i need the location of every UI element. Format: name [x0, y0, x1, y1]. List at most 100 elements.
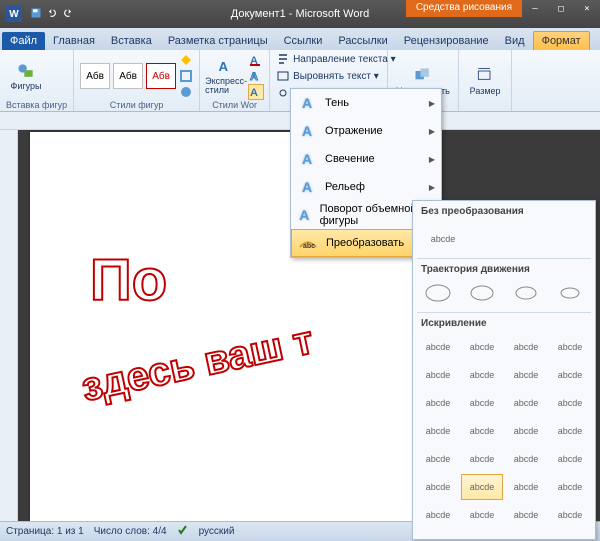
wordart-styles-button[interactable]: A Экспресс- стили: [206, 53, 246, 99]
title-bar: W Документ1 - Microsoft Word Средства ри…: [0, 0, 600, 28]
undo-icon[interactable]: [46, 7, 58, 22]
style-thumb-1[interactable]: Абв: [80, 63, 110, 89]
gallery-item-warp[interactable]: abcde: [417, 446, 459, 472]
gallery-header-warp: Искривление: [413, 313, 595, 332]
gallery-item-warp[interactable]: abcde: [505, 418, 547, 444]
tab-insert[interactable]: Вставка: [103, 32, 160, 50]
group-wordart-styles: A Экспресс- стили A A A Стили Wor: [200, 50, 270, 111]
letter-a-icon: A: [297, 149, 317, 169]
gallery-item-warp[interactable]: abcde: [549, 446, 591, 472]
gallery-item-warp[interactable]: abcde: [505, 362, 547, 388]
text-effects-menu-item[interactable]: A Рельеф ▶: [291, 173, 441, 201]
svg-text:abc: abc: [303, 243, 315, 250]
letter-a-icon: A: [297, 205, 312, 225]
gallery-item-path[interactable]: [417, 280, 459, 306]
tab-home[interactable]: Главная: [45, 32, 103, 50]
gallery-item-warp[interactable]: abcde: [505, 334, 547, 360]
ribbon-tabs: Файл Главная Вставка Разметка страницы С…: [0, 28, 600, 50]
window-title: Документ1 - Microsoft Word: [231, 8, 369, 20]
submenu-arrow-icon: ▶: [429, 155, 435, 164]
gallery-item-warp[interactable]: abcde: [549, 502, 591, 528]
gallery-item-no-transform[interactable]: abcde: [421, 226, 465, 252]
gallery-item-warp[interactable]: abcde: [461, 474, 503, 500]
menu-item-label: Преобразовать: [326, 237, 404, 249]
gallery-item-warp[interactable]: abcde: [461, 502, 503, 528]
tab-review[interactable]: Рецензирование: [396, 32, 497, 50]
gallery-item-warp[interactable]: abcde: [417, 418, 459, 444]
gallery-item-warp[interactable]: abcde: [417, 390, 459, 416]
letter-a-icon: A: [297, 177, 317, 197]
menu-item-label: Отражение: [325, 125, 383, 137]
gallery-item-warp[interactable]: abcde: [505, 502, 547, 528]
text-effects-icon[interactable]: A: [249, 85, 263, 99]
gallery-item-warp[interactable]: abcde: [417, 502, 459, 528]
style-thumb-3[interactable]: Абв: [146, 63, 176, 89]
gallery-item-warp[interactable]: abcde: [461, 334, 503, 360]
tab-file[interactable]: Файл: [2, 32, 45, 50]
gallery-item-path[interactable]: [461, 280, 503, 306]
close-button[interactable]: ×: [574, 0, 600, 18]
tab-mailings[interactable]: Рассылки: [330, 32, 395, 50]
gallery-item-warp[interactable]: abcde: [505, 474, 547, 500]
gallery-item-warp[interactable]: abcde: [549, 390, 591, 416]
gallery-item-warp[interactable]: abcde: [417, 362, 459, 388]
submenu-arrow-icon: ▶: [429, 183, 435, 192]
gallery-item-warp[interactable]: abcde: [417, 334, 459, 360]
minimize-button[interactable]: —: [522, 0, 548, 18]
gallery-item-warp[interactable]: abcde: [461, 418, 503, 444]
contextual-tab-header: Средства рисования: [406, 0, 522, 17]
maximize-button[interactable]: □: [548, 0, 574, 18]
gallery-item-warp[interactable]: abcde: [549, 474, 591, 500]
text-fill-icon[interactable]: A: [249, 53, 263, 67]
menu-item-label: Рельеф: [325, 181, 365, 193]
gallery-item-path[interactable]: [505, 280, 547, 306]
gallery-item-warp[interactable]: abcde: [505, 390, 547, 416]
gallery-item-warp[interactable]: abcde: [549, 418, 591, 444]
wordart-text-1[interactable]: По: [90, 247, 167, 314]
text-effects-menu-item[interactable]: AТень▶: [291, 89, 441, 117]
tab-view[interactable]: Вид: [497, 32, 533, 50]
gallery-item-warp[interactable]: abcde: [461, 362, 503, 388]
gallery-header-no-transform: Без преобразования: [413, 201, 595, 220]
menu-item-label: Свечение: [325, 153, 375, 165]
gallery-item-warp[interactable]: abcde: [549, 334, 591, 360]
menu-item-label: Тень: [325, 97, 349, 109]
group-shape-styles: Абв Абв Абв Стили фигур: [74, 50, 200, 111]
group-wordart-styles-label: Стили Wor: [206, 100, 263, 111]
group-shape-styles-label: Стили фигур: [80, 100, 193, 111]
align-text-button[interactable]: Выровнять текст ▾: [276, 69, 396, 83]
redo-icon[interactable]: [62, 7, 74, 22]
wordart-text-2[interactable]: здесь ваш т: [78, 318, 318, 411]
save-icon[interactable]: [30, 7, 42, 22]
gallery-item-warp[interactable]: abcde: [461, 390, 503, 416]
text-direction-button[interactable]: Направление текста ▾: [276, 52, 396, 66]
transform-gallery: Без преобразования abcde Траектория движ…: [412, 200, 596, 540]
status-language[interactable]: русский: [199, 526, 235, 537]
status-spellcheck-icon[interactable]: [177, 524, 189, 539]
gallery-item-path[interactable]: [549, 280, 591, 306]
shapes-button[interactable]: Фигуры: [6, 53, 46, 99]
menu-item-label: Поворот объемной фигуры: [320, 203, 421, 227]
text-effects-menu-item[interactable]: A Свечение ▶: [291, 145, 441, 173]
shape-outline-icon[interactable]: [179, 69, 193, 83]
shape-fill-icon[interactable]: [179, 53, 193, 67]
letter-a-icon: abc: [298, 233, 318, 253]
gallery-item-warp[interactable]: abcde: [461, 446, 503, 472]
size-button[interactable]: Размер: [465, 58, 505, 104]
gallery-item-warp[interactable]: abcde: [417, 474, 459, 500]
status-page[interactable]: Страница: 1 из 1: [6, 526, 84, 537]
tab-format[interactable]: Формат: [533, 31, 590, 50]
svg-text:A: A: [250, 71, 258, 83]
submenu-arrow-icon: ▶: [429, 127, 435, 136]
group-size: Размер: [459, 50, 512, 111]
style-thumb-2[interactable]: Абв: [113, 63, 143, 89]
gallery-item-warp[interactable]: abcde: [505, 446, 547, 472]
status-words[interactable]: Число слов: 4/4: [94, 526, 167, 537]
shape-effects-icon[interactable]: [179, 85, 193, 99]
tab-page-layout[interactable]: Разметка страницы: [160, 32, 276, 50]
tab-references[interactable]: Ссылки: [276, 32, 331, 50]
gallery-item-warp[interactable]: abcde: [549, 362, 591, 388]
text-effects-menu-item[interactable]: AОтражение▶: [291, 117, 441, 145]
submenu-arrow-icon: ▶: [429, 99, 435, 108]
text-outline-icon[interactable]: A: [249, 69, 263, 83]
